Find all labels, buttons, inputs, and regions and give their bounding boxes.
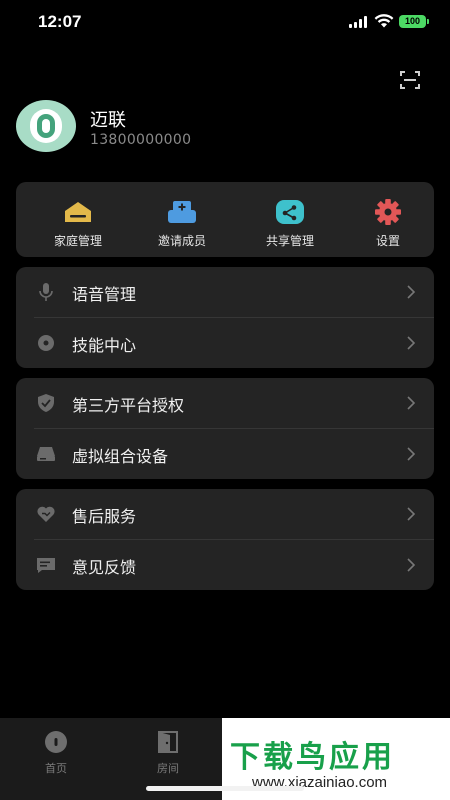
quick-action-label: 设置	[375, 234, 400, 248]
share-icon	[276, 200, 304, 224]
user-phone: 13800000000	[90, 132, 192, 148]
wifi-icon	[374, 14, 394, 28]
tab-label: 首页	[45, 762, 67, 775]
user-name: 迈联	[90, 110, 126, 131]
chevron-right-icon	[407, 285, 416, 299]
quick-action-share-management[interactable]: 共享管理	[238, 182, 342, 257]
user-profile[interactable]: 迈联 13800000000	[16, 100, 316, 156]
cellular-signal-icon	[349, 16, 369, 28]
home-tab-icon	[45, 731, 67, 753]
menu-item-skill-center[interactable]: 技能中心	[16, 318, 434, 368]
gear-icon	[375, 199, 401, 225]
chevron-right-icon	[407, 336, 416, 350]
watermark-title: 下载鸟应用	[230, 740, 395, 775]
home-indicator	[146, 786, 304, 791]
feedback-icon	[37, 558, 55, 573]
scan-icon[interactable]	[398, 68, 422, 92]
menu-item-label: 第三方平台授权	[72, 396, 185, 415]
chevron-right-icon	[407, 558, 416, 572]
quick-action-settings[interactable]: 设置	[336, 182, 440, 257]
tab-home[interactable]: 首页	[0, 718, 112, 800]
chevron-right-icon	[407, 447, 416, 461]
quick-action-label: 邀请成员	[157, 234, 206, 248]
menu-item-label: 虚拟组合设备	[72, 447, 169, 466]
quick-action-label: 家庭管理	[53, 234, 102, 248]
microphone-icon	[39, 283, 53, 301]
menu-group-support: 售后服务 意见反馈	[16, 489, 434, 590]
status-time: 12:07	[38, 12, 82, 31]
quick-action-label: 共享管理	[265, 234, 314, 248]
battery-indicator: 100	[399, 15, 429, 28]
menu-item-label: 语音管理	[72, 285, 137, 304]
menu-item-label: 售后服务	[72, 507, 137, 526]
skill-icon	[38, 335, 54, 351]
heart-handshake-icon	[37, 506, 55, 522]
quick-action-invite-member[interactable]: 邀请成员	[130, 182, 234, 257]
shield-check-icon	[38, 394, 54, 412]
tab-label: 房间	[157, 762, 179, 775]
menu-item-after-sales-service[interactable]: 售后服务	[16, 489, 434, 540]
quick-action-family-management[interactable]: 家庭管理	[26, 182, 130, 257]
home-icon	[65, 202, 91, 222]
menu-item-voice-management[interactable]: 语音管理	[16, 267, 434, 318]
status-bar: 12:07 100	[0, 0, 450, 44]
chevron-right-icon	[407, 396, 416, 410]
avatar[interactable]	[16, 100, 76, 152]
room-tab-icon	[158, 731, 178, 753]
menu-item-label: 技能中心	[72, 336, 137, 355]
menu-item-feedback[interactable]: 意见反馈	[16, 540, 434, 590]
menu-item-virtual-combined-device[interactable]: 虚拟组合设备	[16, 429, 434, 479]
quick-actions-card: 家庭管理 邀请成员 共享管理 设置	[16, 182, 434, 257]
menu-item-label: 意见反馈	[72, 558, 137, 577]
menu-item-third-party-authorization[interactable]: 第三方平台授权	[16, 378, 434, 429]
chevron-right-icon	[407, 507, 416, 521]
invite-member-icon	[168, 201, 196, 223]
menu-group-voice: 语音管理 技能中心	[16, 267, 434, 368]
device-icon	[37, 447, 55, 461]
menu-group-integration: 第三方平台授权 虚拟组合设备	[16, 378, 434, 479]
